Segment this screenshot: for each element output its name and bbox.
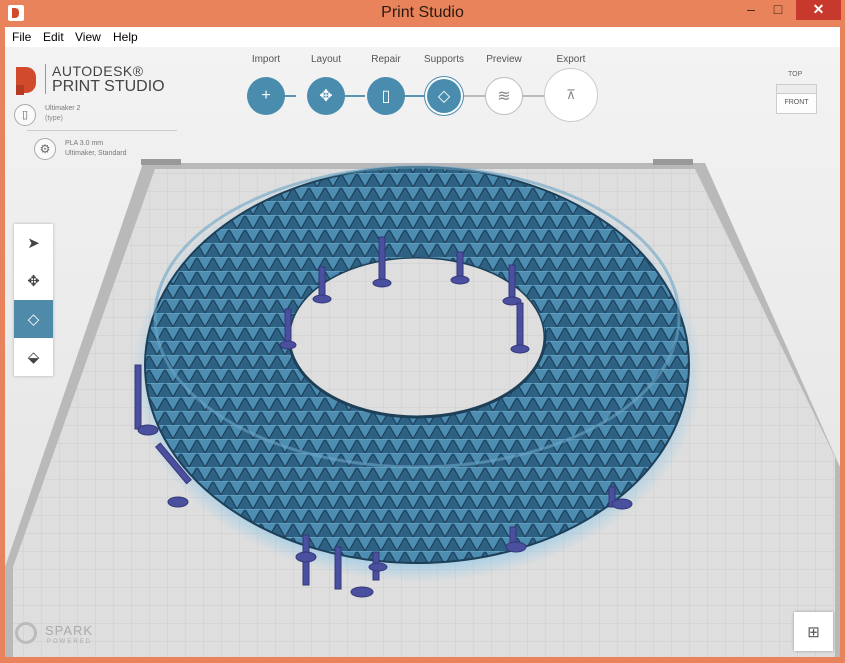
tool-palette: ➤ ✥ ◇ ⬙ — [14, 224, 53, 376]
window-title: Print Studio — [381, 4, 464, 21]
logo-divider — [45, 64, 46, 94]
arrow-icon: ➤ — [27, 235, 40, 252]
supports-icon: ◇ — [437, 88, 451, 105]
menu-file[interactable]: File — [12, 30, 31, 44]
plus-icon: + — [261, 87, 271, 104]
move-tool-button[interactable]: ✥ — [14, 262, 53, 300]
gear-icon[interactable]: ⚙ — [34, 138, 56, 160]
support-foot[interactable] — [350, 586, 374, 598]
support-foot[interactable] — [450, 275, 470, 285]
support-foot[interactable] — [510, 344, 530, 354]
export-icon: ⊼ — [566, 87, 576, 102]
support-strut[interactable] — [284, 308, 292, 346]
select-tool-button[interactable]: ➤ — [14, 224, 53, 262]
move-icon: ✥ — [319, 88, 333, 105]
brand-line2: PRINT STUDIO — [52, 78, 165, 95]
view-cube-front-label[interactable]: FRONT — [776, 99, 817, 106]
torus-hole-floor — [287, 255, 547, 419]
support-strut[interactable] — [134, 364, 142, 430]
menu-edit[interactable]: Edit — [43, 30, 64, 44]
spark-sublabel: POWERED — [47, 639, 93, 645]
supports-tool-button[interactable]: ◇ — [14, 300, 53, 338]
spark-logo-icon — [15, 622, 37, 644]
supports-icon: ◇ — [27, 311, 40, 328]
build-scene[interactable] — [5, 47, 840, 657]
menu-bar: File Edit View Help — [5, 27, 840, 47]
support-edit-icon: ⬙ — [27, 349, 40, 366]
3d-viewport[interactable]: AUTODESK® PRINT STUDIO ▯ Ultimaker 2 (ty… — [5, 47, 840, 657]
printer-name[interactable]: Ultimaker 2 — [45, 105, 80, 112]
layers-icon: ≋ — [497, 88, 511, 105]
close-button[interactable]: ✕ — [796, 0, 841, 20]
hierarchy-icon: ⊞ — [807, 623, 820, 641]
material-name[interactable]: PLA 3.0 mm — [65, 140, 103, 147]
support-strut[interactable] — [334, 546, 342, 590]
supports-button[interactable]: ◇ — [427, 79, 461, 113]
support-foot[interactable] — [137, 424, 159, 436]
brand-line1: AUTODESK® — [52, 63, 144, 79]
support-foot[interactable] — [167, 496, 189, 508]
spark-label: SPARK — [45, 623, 94, 638]
menu-help[interactable]: Help — [113, 30, 138, 44]
support-edit-tool-button[interactable]: ⬙ — [14, 338, 53, 376]
view-cube-top-face[interactable] — [776, 84, 817, 94]
layout-button[interactable]: ✥ — [307, 77, 345, 115]
import-button[interactable]: + — [247, 77, 285, 115]
minimize-button[interactable]: – — [741, 0, 761, 20]
move-icon: ✥ — [27, 273, 40, 290]
workflow-label-export: Export — [556, 54, 586, 65]
printer-divider — [27, 130, 177, 131]
support-foot[interactable] — [505, 541, 527, 553]
support-foot[interactable] — [295, 551, 317, 563]
export-button[interactable]: ⊼ — [544, 68, 598, 122]
repair-button[interactable]: ▯ — [367, 77, 405, 115]
maximize-button[interactable]: □ — [768, 0, 788, 20]
title-bar: Print Studio – □ ✕ — [0, 0, 845, 27]
printer-icon[interactable]: ▯ — [14, 104, 36, 126]
support-strut[interactable] — [378, 236, 386, 283]
preview-button[interactable]: ≋ — [485, 77, 523, 115]
support-foot[interactable] — [611, 498, 633, 510]
material-profile: Ultimaker, Standard — [65, 150, 127, 157]
support-foot[interactable] — [372, 278, 392, 288]
scene-tree-button[interactable]: ⊞ — [794, 612, 833, 651]
support-strut[interactable] — [516, 302, 524, 350]
support-foot[interactable] — [368, 562, 388, 572]
plate-clip-right — [653, 159, 693, 165]
menu-view[interactable]: View — [75, 30, 101, 44]
support-strut[interactable] — [508, 264, 516, 302]
printer-type: (type) — [45, 115, 63, 122]
support-foot[interactable] — [312, 294, 332, 304]
plate-clip-left — [141, 159, 181, 165]
support-foot[interactable] — [279, 340, 297, 350]
autodesk-logo-icon — [16, 67, 36, 95]
document-icon: ▯ — [381, 88, 391, 105]
view-cube-top-label[interactable]: TOP — [788, 71, 802, 78]
support-strut[interactable] — [318, 266, 326, 300]
